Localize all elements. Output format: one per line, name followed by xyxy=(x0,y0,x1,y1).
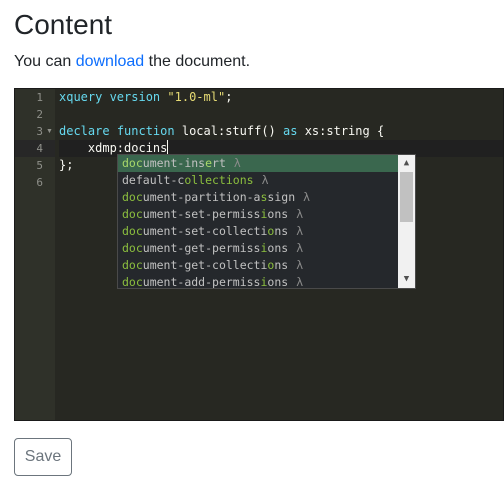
line-number: 2 xyxy=(36,108,43,121)
active-gutter-line xyxy=(15,140,55,157)
autocomplete-item[interactable]: document-add-permissions λ xyxy=(118,274,415,289)
match-part: doc xyxy=(122,275,143,289)
match-part: ollections xyxy=(184,173,254,187)
text-part: ons xyxy=(267,241,289,255)
lambda-icon: λ xyxy=(296,258,304,272)
line-number: 6 xyxy=(36,176,43,189)
token-keyword: xquery version xyxy=(59,90,161,104)
autocomplete-item[interactable]: document-partition-assign λ xyxy=(118,189,415,206)
save-button[interactable]: Save xyxy=(14,438,72,476)
line-number: 3 xyxy=(36,125,43,138)
token-keyword: declare xyxy=(59,124,110,138)
text-part: ument-add-permiss xyxy=(142,275,261,289)
line-number: 4 xyxy=(36,142,43,155)
download-link[interactable]: download xyxy=(76,53,145,70)
match-part: doc xyxy=(122,156,143,170)
token-type: xs:string xyxy=(304,124,370,138)
intro-after: the document. xyxy=(144,53,251,70)
lambda-icon: λ xyxy=(296,207,304,221)
token-keyword: as xyxy=(283,124,298,138)
match-part: doc xyxy=(122,207,143,221)
token-keyword: function xyxy=(116,124,175,138)
lambda-icon: λ xyxy=(303,190,311,204)
autocomplete-popup[interactable]: document-insert λ default-collections λ do… xyxy=(117,154,416,289)
text-part: ons xyxy=(267,275,289,289)
token-string: "1.0-ml" xyxy=(167,90,226,104)
match-part: e xyxy=(205,156,213,170)
intro-before: You can xyxy=(14,53,76,70)
lambda-icon: λ xyxy=(296,224,304,238)
token-punct: () xyxy=(261,124,276,138)
scrollbar-thumb[interactable] xyxy=(400,172,413,222)
autocomplete-item[interactable]: document-insert λ xyxy=(118,155,415,172)
token-punct: { xyxy=(376,124,385,138)
scroll-up-icon[interactable]: ▲ xyxy=(398,155,415,172)
typed-text: xdmp:docins xyxy=(59,141,168,155)
match-part: doc xyxy=(122,224,143,238)
text-part: ons xyxy=(267,207,289,221)
code-line-1: xquery version "1.0-ml"; xyxy=(59,89,232,106)
lambda-icon: λ xyxy=(296,275,304,289)
page-title: Content xyxy=(14,9,113,40)
autocomplete-scrollbar[interactable]: ▲ ▼ xyxy=(398,155,415,288)
intro-text: You can download the document. xyxy=(14,51,250,73)
token-punct: }; xyxy=(59,158,74,172)
match-part: doc xyxy=(122,258,143,272)
scroll-down-icon[interactable]: ▼ xyxy=(398,271,415,288)
text-cursor xyxy=(167,140,169,154)
autocomplete-item[interactable]: document-get-permissions λ xyxy=(118,240,415,257)
autocomplete-item[interactable]: document-get-collections λ xyxy=(118,257,415,274)
text-part: ns xyxy=(274,224,289,238)
text-part: ument-set-collecti xyxy=(142,224,268,238)
fold-toggle-icon[interactable]: ▼ xyxy=(46,123,53,140)
text-part: sign xyxy=(267,190,296,204)
autocomplete-item[interactable]: default-collections λ xyxy=(118,172,415,189)
code-editor[interactable]: 1 2 3 ▼ 4 5 6 xquery version "1.0-ml"; d… xyxy=(14,88,504,421)
code-line-5: }; xyxy=(59,157,73,174)
text-part: ument-get-permiss xyxy=(142,241,261,255)
text-part: default-c xyxy=(122,173,185,187)
lambda-icon: λ xyxy=(261,173,269,187)
code-line-3: declare function local:stuff() as xs:str… xyxy=(59,123,384,140)
line-number: 5 xyxy=(36,159,43,172)
text-part: ument-ins xyxy=(142,156,206,170)
token-function-name: local:stuff xyxy=(181,124,262,138)
token-punct: ; xyxy=(225,90,233,104)
autocomplete-item[interactable]: document-set-collections λ xyxy=(118,223,415,240)
lambda-icon: λ xyxy=(233,156,241,170)
match-part: doc xyxy=(122,241,143,255)
text-part: rt xyxy=(212,156,226,170)
editor-gutter: 1 2 3 ▼ 4 5 6 xyxy=(15,89,55,420)
autocomplete-item[interactable]: document-set-permissions λ xyxy=(118,206,415,223)
line-number: 1 xyxy=(36,91,43,104)
text-part: ument-partition-a xyxy=(142,190,261,204)
lambda-icon: λ xyxy=(296,241,304,255)
text-part: ument-set-permiss xyxy=(142,207,261,221)
match-part: doc xyxy=(122,190,143,204)
text-part: ument-get-collecti xyxy=(142,258,268,272)
text-part: ns xyxy=(274,258,289,272)
